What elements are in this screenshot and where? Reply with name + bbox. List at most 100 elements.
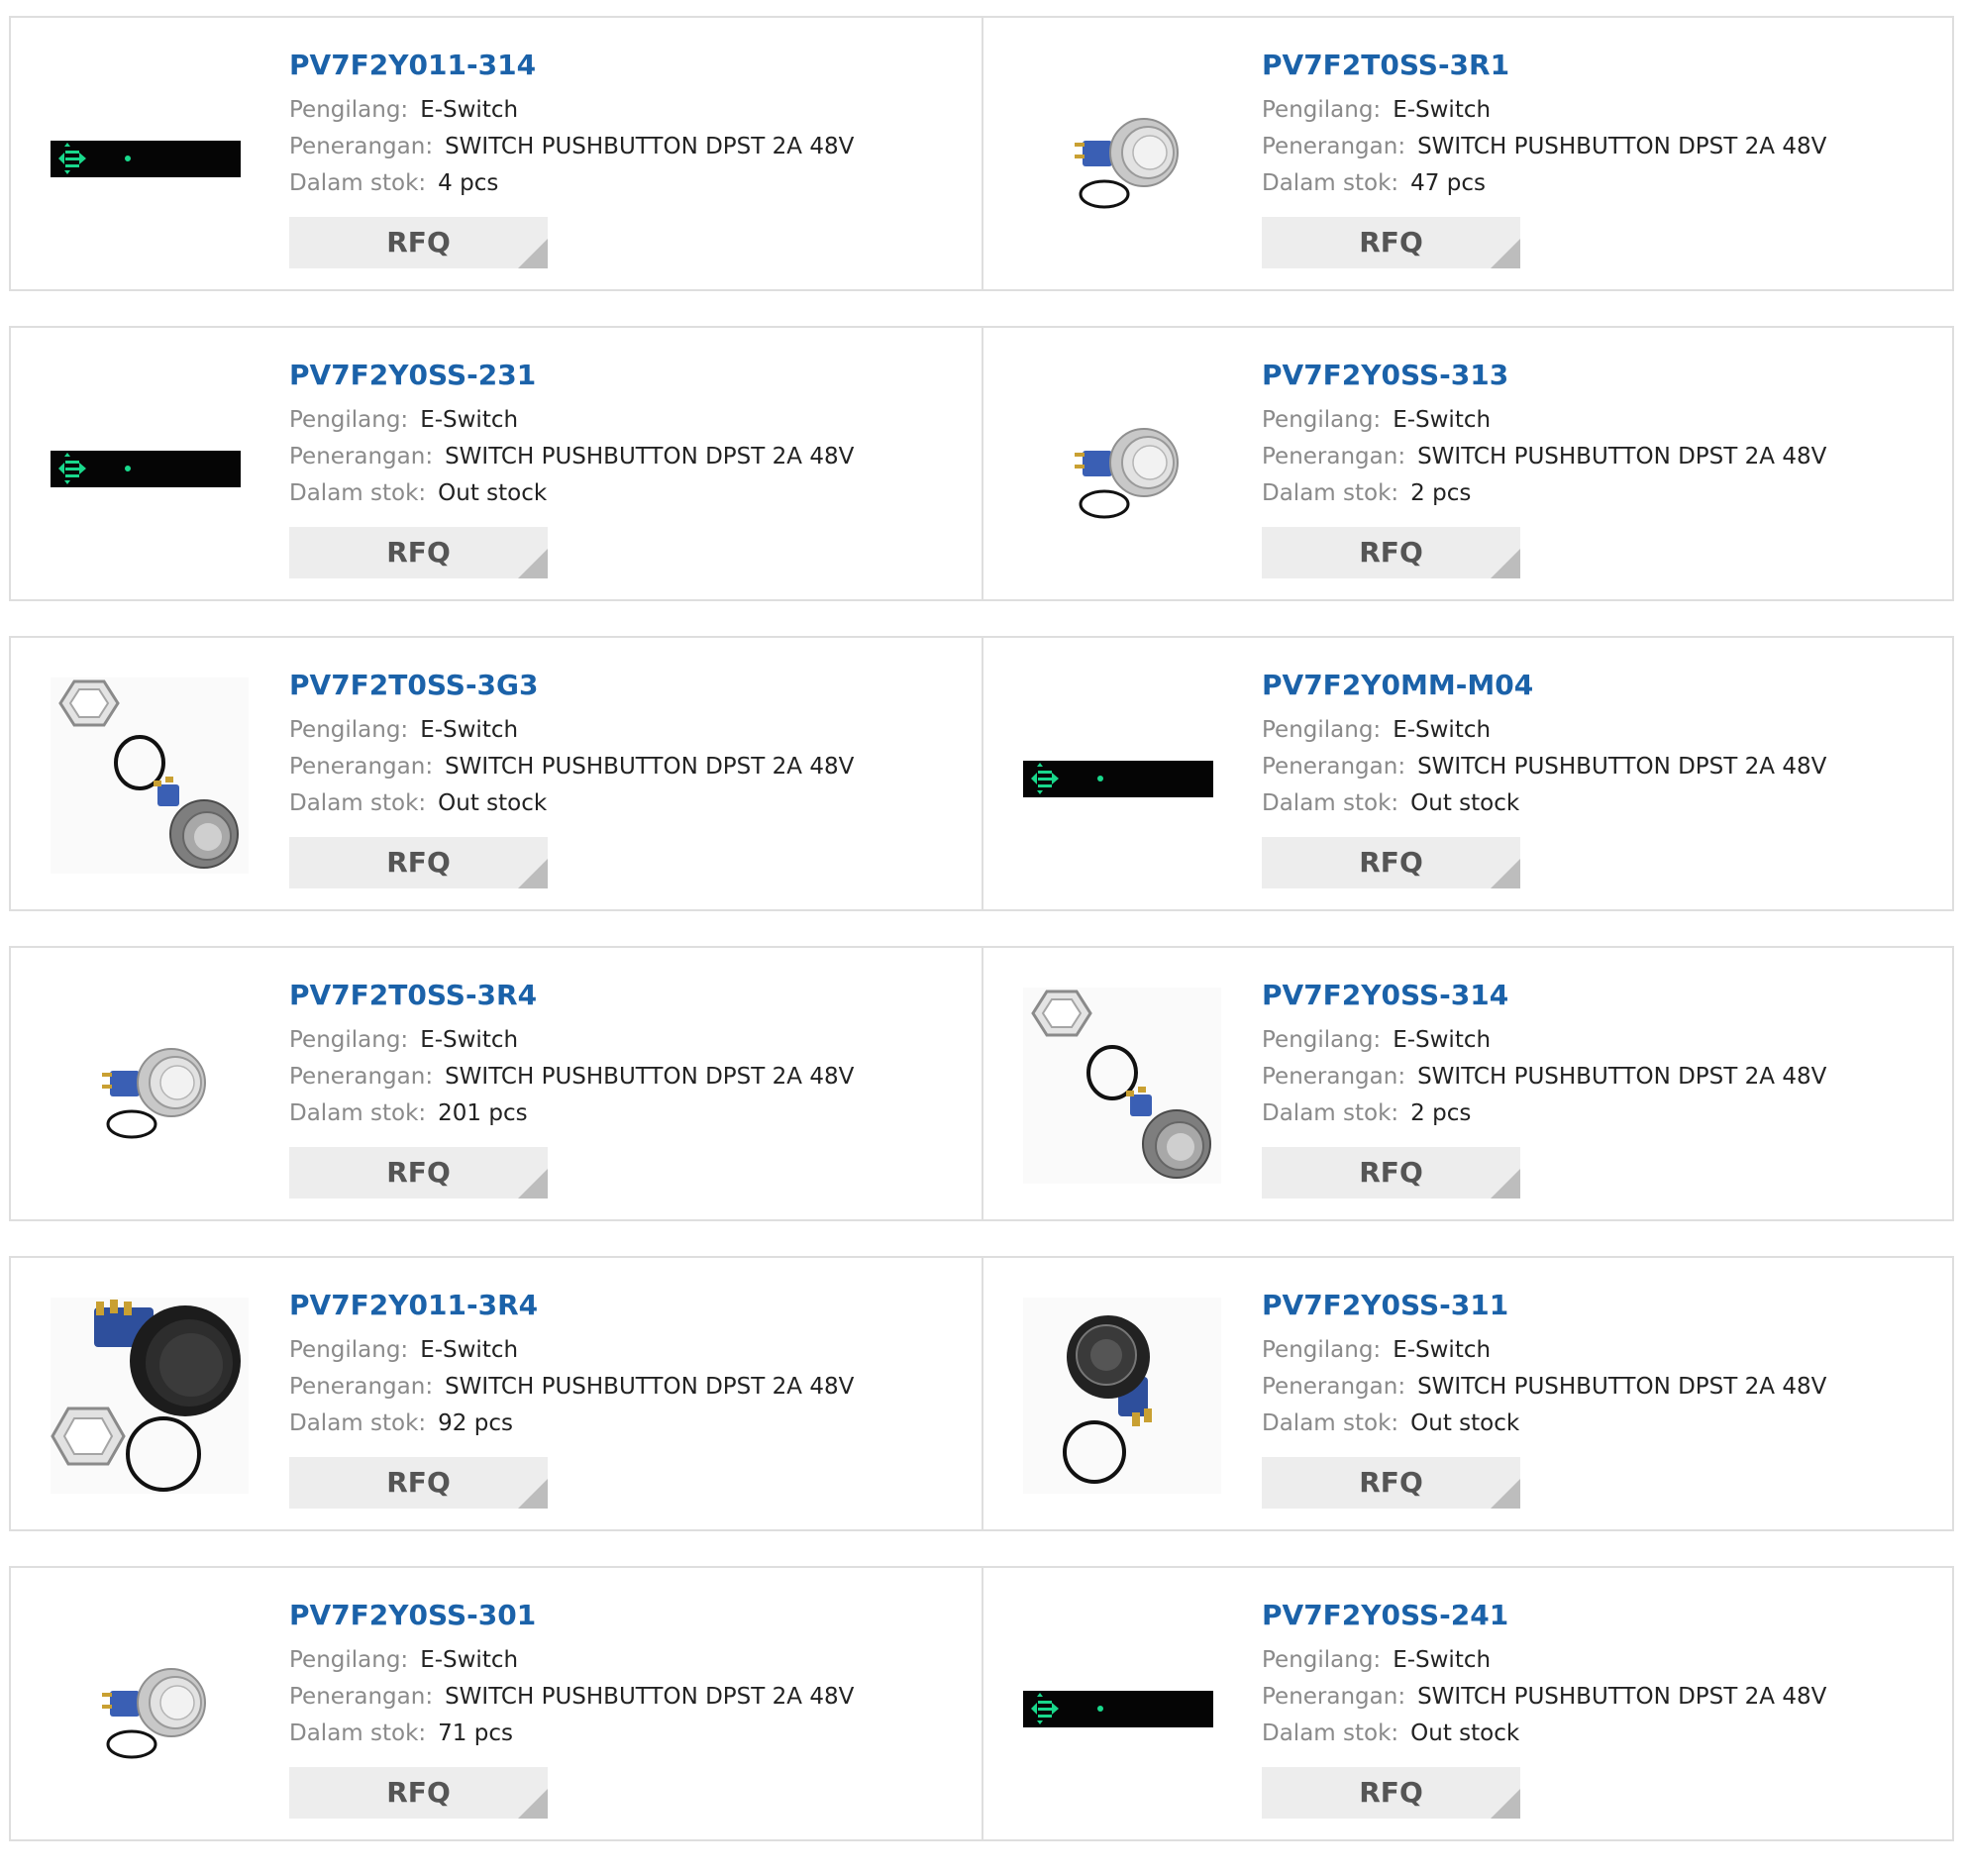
stock-value: 2 pcs [1410, 480, 1472, 506]
description-row: Penerangan: SWITCH PUSHBUTTON DPST 2A 48V [1262, 129, 1826, 165]
product-card: PV7F2Y0SS-301 Pengilang: E-Switch Peneran… [11, 1568, 982, 1839]
stock-row: Dalam stok: 201 pcs [289, 1095, 854, 1132]
product-info: PV7F2Y0SS-314 Pengilang: E-Switch Peneran… [1262, 977, 1826, 1199]
manufacturer-value: E-Switch [1393, 1647, 1492, 1673]
description-value: SWITCH PUSHBUTTON DPST 2A 48V [445, 1064, 855, 1090]
stock-value: Out stock [1410, 790, 1520, 816]
description-value: SWITCH PUSHBUTTON DPST 2A 48V [1417, 1064, 1827, 1090]
rfq-button[interactable]: RFQ [1262, 837, 1520, 888]
rfq-label: RFQ [386, 1466, 451, 1499]
description-value: SWITCH PUSHBUTTON DPST 2A 48V [445, 1684, 855, 1710]
corner-triangle-icon [1491, 1169, 1520, 1199]
product-info: PV7F2T0SS-3R4 Pengilang: E-Switch Peneran… [289, 977, 854, 1199]
rfq-label: RFQ [1359, 846, 1423, 879]
corner-triangle-icon [1491, 549, 1520, 578]
product-image[interactable] [1023, 988, 1221, 1184]
rfq-button[interactable]: RFQ [289, 1767, 548, 1819]
description-label: Penerangan: [1262, 1374, 1406, 1400]
rfq-button[interactable]: RFQ [289, 217, 548, 268]
product-card: PV7F2T0SS-3G3 Pengilang: E-Switch Peneran… [11, 638, 982, 909]
product-info: PV7F2T0SS-3G3 Pengilang: E-Switch Peneran… [289, 667, 854, 888]
product-image[interactable] [51, 367, 249, 564]
rfq-button[interactable]: RFQ [1262, 217, 1520, 268]
product-image[interactable] [51, 677, 249, 874]
description-row: Penerangan: SWITCH PUSHBUTTON DPST 2A 48V [289, 1369, 854, 1406]
stock-label: Dalam stok: [289, 170, 427, 196]
stock-row: Dalam stok: Out stock [1262, 785, 1826, 822]
part-number-link[interactable]: PV7F2Y0SS-313 [1262, 357, 1826, 394]
part-number-link[interactable]: PV7F2Y0SS-314 [1262, 977, 1826, 1014]
manufacturer-label: Pengilang: [289, 717, 409, 743]
manufacturer-label: Pengilang: [1262, 1647, 1382, 1673]
rfq-button[interactable]: RFQ [1262, 1767, 1520, 1819]
product-card: PV7F2Y011-314 Pengilang: E-Switch Peneran… [11, 18, 982, 289]
product-image[interactable] [51, 57, 249, 254]
description-label: Penerangan: [1262, 754, 1406, 780]
stock-row: Dalam stok: 47 pcs [1262, 165, 1826, 202]
product-grid: PV7F2Y011-314 Pengilang: E-Switch Peneran… [9, 16, 1954, 1876]
manufacturer-value: E-Switch [420, 97, 519, 123]
description-row: Penerangan: SWITCH PUSHBUTTON DPST 2A 48V [1262, 749, 1826, 785]
part-number-link[interactable]: PV7F2T0SS-3G3 [289, 667, 854, 704]
manufacturer-label: Pengilang: [289, 1337, 409, 1363]
stock-value: Out stock [1410, 1720, 1520, 1746]
product-image[interactable] [1023, 677, 1221, 874]
stock-row: Dalam stok: 71 pcs [289, 1716, 854, 1752]
stock-label: Dalam stok: [1262, 790, 1399, 816]
product-image[interactable] [1023, 1298, 1221, 1494]
manufacturer-row: Pengilang: E-Switch [1262, 92, 1826, 129]
rfq-button[interactable]: RFQ [289, 837, 548, 888]
manufacturer-label: Pengilang: [1262, 1027, 1382, 1053]
stock-row: Dalam stok: Out stock [1262, 1406, 1826, 1442]
rfq-button[interactable]: RFQ [1262, 1147, 1520, 1199]
part-number-link[interactable]: PV7F2Y0SS-301 [289, 1597, 854, 1634]
part-number-link[interactable]: PV7F2T0SS-3R1 [1262, 47, 1826, 84]
rfq-button[interactable]: RFQ [289, 527, 548, 578]
stock-label: Dalam stok: [289, 1720, 427, 1746]
manufacturer-value: E-Switch [1393, 1337, 1492, 1363]
description-value: SWITCH PUSHBUTTON DPST 2A 48V [1417, 444, 1827, 469]
manufacturer-label: Pengilang: [289, 407, 409, 433]
stock-label: Dalam stok: [1262, 1720, 1399, 1746]
rfq-button[interactable]: RFQ [1262, 527, 1520, 578]
stock-label: Dalam stok: [1262, 480, 1399, 506]
product-image[interactable] [51, 1298, 249, 1494]
corner-triangle-icon [1491, 1789, 1520, 1819]
part-number-link[interactable]: PV7F2Y011-3R4 [289, 1287, 854, 1324]
stock-label: Dalam stok: [1262, 1100, 1399, 1126]
product-image[interactable] [51, 988, 249, 1184]
product-info: PV7F2Y0SS-311 Pengilang: E-Switch Peneran… [1262, 1287, 1826, 1509]
stock-value: Out stock [438, 790, 548, 816]
part-number-link[interactable]: PV7F2Y011-314 [289, 47, 854, 84]
product-image[interactable] [1023, 57, 1221, 254]
part-number-link[interactable]: PV7F2Y0MM-M04 [1262, 667, 1826, 704]
description-row: Penerangan: SWITCH PUSHBUTTON DPST 2A 48V [289, 1059, 854, 1095]
product-info: PV7F2Y011-314 Pengilang: E-Switch Peneran… [289, 47, 854, 268]
manufacturer-row: Pengilang: E-Switch [1262, 712, 1826, 749]
product-image[interactable] [51, 1608, 249, 1804]
product-info: PV7F2Y0SS-231 Pengilang: E-Switch Peneran… [289, 357, 854, 578]
stock-row: Dalam stok: Out stock [289, 475, 854, 512]
description-row: Penerangan: SWITCH PUSHBUTTON DPST 2A 48V [1262, 1369, 1826, 1406]
rfq-button[interactable]: RFQ [289, 1457, 548, 1509]
product-card: PV7F2Y011-3R4 Pengilang: E-Switch Peneran… [11, 1258, 982, 1529]
manufacturer-row: Pengilang: E-Switch [289, 1022, 854, 1059]
description-value: SWITCH PUSHBUTTON DPST 2A 48V [445, 134, 855, 159]
description-label: Penerangan: [289, 1064, 434, 1090]
stock-value: 92 pcs [438, 1410, 513, 1436]
part-number-link[interactable]: PV7F2Y0SS-241 [1262, 1597, 1826, 1634]
part-number-link[interactable]: PV7F2Y0SS-231 [289, 357, 854, 394]
description-label: Penerangan: [289, 1684, 434, 1710]
rfq-label: RFQ [386, 1776, 451, 1809]
product-info: PV7F2Y0MM-M04 Pengilang: E-Switch Peneran… [1262, 667, 1826, 888]
part-number-link[interactable]: PV7F2T0SS-3R4 [289, 977, 854, 1014]
rfq-button[interactable]: RFQ [1262, 1457, 1520, 1509]
part-number-link[interactable]: PV7F2Y0SS-311 [1262, 1287, 1826, 1324]
product-card: PV7F2Y0SS-314 Pengilang: E-Switch Peneran… [982, 948, 1952, 1219]
manufacturer-row: Pengilang: E-Switch [289, 92, 854, 129]
rfq-button[interactable]: RFQ [289, 1147, 548, 1199]
product-image[interactable] [1023, 1608, 1221, 1804]
description-label: Penerangan: [289, 754, 434, 780]
product-image[interactable] [1023, 367, 1221, 564]
manufacturer-row: Pengilang: E-Switch [289, 402, 854, 439]
